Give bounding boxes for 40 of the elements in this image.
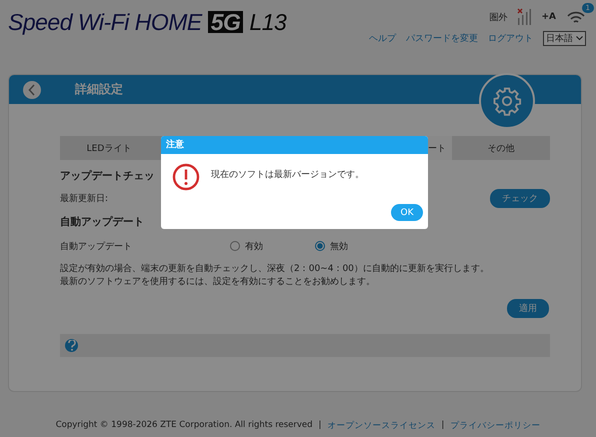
ok-button[interactable]: OK <box>391 204 423 221</box>
panel-title: 詳細設定 <box>75 81 123 98</box>
radio-label: 無効 <box>330 240 348 252</box>
header-link[interactable]: パスワードを変更 <box>406 32 478 45</box>
caret-icon <box>576 36 583 41</box>
field-label: 自動アップデート <box>60 240 133 252</box>
radio-label: 有効 <box>245 240 263 252</box>
logo-model: L13 <box>249 8 286 36</box>
field-label: 最新更新日: <box>60 192 108 204</box>
description-text: 最新のソフトウェアを使用するには、設定を有効にすることをお勧めします。 <box>60 276 376 289</box>
gear-icon <box>492 86 522 116</box>
section-heading: アップデートチェッ <box>60 169 154 183</box>
check-button[interactable]: チェック <box>490 188 550 208</box>
warning-icon <box>172 163 200 191</box>
network-status: 圏外 <box>489 12 508 24</box>
description-text: 設定が有効の場合、端末の更新を自動チェックし、深夜（2：00~4：00）に自動的に更新を実行します。 <box>60 263 490 276</box>
copyright-text: Copyright © 1998-2026 ZTE Corporation. All rights reserved <box>56 420 313 432</box>
wifi-icon[interactable] <box>566 9 586 25</box>
dialog-message: 現在のソフトは最新バージョンです。 <box>211 168 364 181</box>
separator: | <box>441 420 444 432</box>
footer-link[interactable]: プライバシーポリシー <box>450 420 540 432</box>
header-link[interactable]: ログアウト <box>488 32 533 45</box>
separator: | <box>318 420 322 432</box>
section-heading: 自動アップデート <box>60 215 144 229</box>
dialog-title: 注意 <box>161 136 428 154</box>
apply-button[interactable]: 適用 <box>507 299 549 318</box>
footer-link[interactable]: オープンソースライセンス <box>327 420 436 432</box>
tab[interactable]: LEDライト <box>60 136 158 160</box>
tab[interactable]: その他 <box>452 136 550 160</box>
help-icon[interactable] <box>65 339 78 352</box>
signal-icon <box>517 8 532 26</box>
radio-button[interactable] <box>315 241 325 251</box>
logo-badge: 5G <box>208 11 244 33</box>
logo-text: Speed Wi-Fi HOME <box>8 8 202 36</box>
header-link[interactable]: ヘルプ <box>369 32 396 45</box>
language-select[interactable]: 日本語 <box>543 31 586 46</box>
radio-button[interactable] <box>230 241 240 251</box>
back-button[interactable] <box>23 80 41 98</box>
font-size-button[interactable]: +A <box>541 12 556 22</box>
chevron-left-icon <box>28 84 36 96</box>
